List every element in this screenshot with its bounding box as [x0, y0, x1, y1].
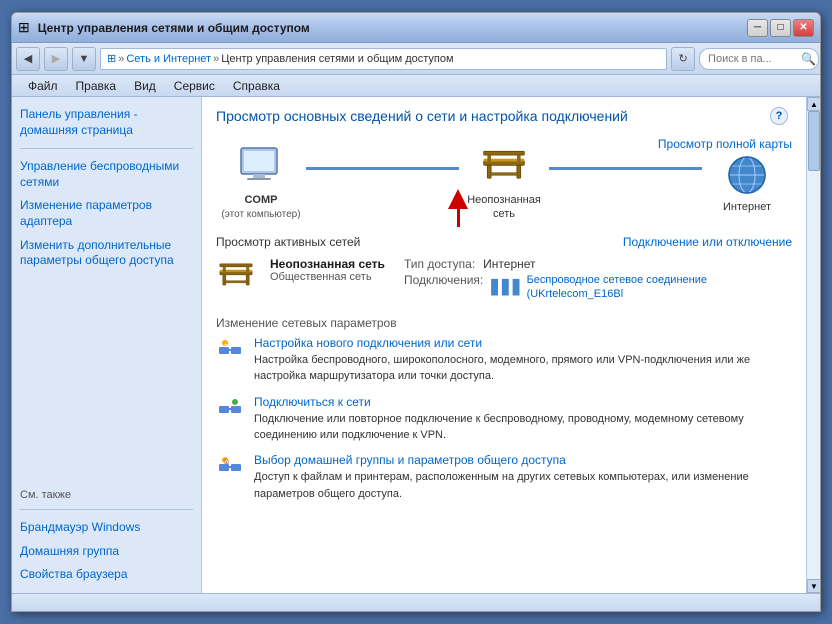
sidebar-firewall-link[interactable]: Брандмауэр Windows [20, 518, 193, 538]
menu-help[interactable]: Справка [225, 77, 288, 95]
network-type: Общественная сеть [270, 271, 390, 283]
arrow-icon [448, 189, 468, 209]
access-type-label: Тип доступа: [404, 257, 475, 271]
connect-network-link[interactable]: Подключиться к сети [254, 395, 792, 409]
internet-label: Интернет [723, 200, 771, 214]
connector-2 [549, 167, 702, 170]
maximize-button[interactable]: □ [770, 19, 791, 37]
sidebar-home-link[interactable]: Панель управления - домашняя страница [20, 105, 193, 140]
sidebar-sharing-link[interactable]: Изменить дополнительные параметры общего… [20, 236, 193, 271]
search-icon: 🔍 [801, 52, 816, 66]
main-layout: Панель управления - домашняя страница Уп… [12, 97, 820, 593]
scrollbar[interactable]: ▲ ▼ [806, 97, 820, 593]
svg-text:🏠: 🏠 [224, 458, 230, 465]
close-button[interactable]: ✕ [793, 19, 814, 37]
menu-view[interactable]: Вид [126, 77, 164, 95]
menu-file[interactable]: Файл [20, 77, 66, 95]
active-network-row: Неопознанная сеть Общественная сеть Тип … [216, 257, 792, 304]
signal-icon: ▋▋▋ [491, 279, 523, 296]
breadcrumb-root[interactable]: ⊞ [107, 52, 116, 65]
breadcrumb-current: Центр управления сетями и общим доступом [221, 53, 453, 65]
active-networks-header: Просмотр активных сетей Подключение или … [216, 235, 792, 249]
network-details: Тип доступа: Интернет Подключения: ▋▋▋ Б… [404, 257, 792, 304]
breadcrumb-network[interactable]: Сеть и Интернет [126, 53, 211, 65]
minimize-button[interactable]: ─ [747, 19, 768, 37]
globe-icon [722, 150, 772, 200]
setup-connection-desc: Настройка беспроводного, широкополосного… [254, 354, 750, 382]
sidebar-adapter-link[interactable]: Изменение параметров адаптера [20, 196, 193, 231]
scroll-down-button[interactable]: ▼ [807, 579, 820, 593]
settings-item-1-text: Настройка нового подключения или сети На… [254, 336, 792, 385]
address-bar: ◀ ▶ ▼ ⊞ » Сеть и Интернет » Центр управл… [12, 43, 820, 75]
refresh-button[interactable]: ↻ [671, 47, 695, 71]
network-name-block: Неопознанная сеть Общественная сеть [270, 257, 390, 283]
scroll-up-button[interactable]: ▲ [807, 97, 820, 111]
settings-item-3: 🏠 Выбор домашней группы и параметров общ… [216, 453, 792, 502]
unknown-net-label: Неопознанная сеть [459, 193, 549, 222]
scroll-thumb[interactable] [808, 111, 820, 171]
settings-item-2: → Подключиться к сети Подключение или по… [216, 395, 792, 444]
access-type-row: Тип доступа: Интернет [404, 257, 792, 271]
settings-section-title: Изменение сетевых параметров [216, 316, 792, 330]
forward-button[interactable]: ▶ [44, 47, 68, 71]
connections-value[interactable]: Беспроводное сетевое соединение (UKrtele… [527, 273, 792, 302]
settings-item-2-text: Подключиться к сети Подключение или повт… [254, 395, 792, 444]
menu-service[interactable]: Сервис [166, 77, 223, 95]
computer-icon [236, 143, 286, 193]
comp-label: COMP (этот компьютер) [221, 193, 300, 222]
connector-1 [306, 167, 459, 170]
homegroup-link[interactable]: Выбор домашней группы и параметров общег… [254, 453, 792, 467]
internet-node: Интернет [702, 150, 792, 214]
status-bar [12, 593, 820, 611]
breadcrumb: ⊞ » Сеть и Интернет » Центр управления с… [100, 48, 667, 70]
view-full-map-link[interactable]: Просмотр полной карты [658, 137, 792, 151]
help-button[interactable]: ? [770, 107, 788, 125]
active-networks-title: Просмотр активных сетей [216, 235, 360, 249]
menu-edit[interactable]: Правка [68, 77, 125, 95]
sidebar-wireless-link[interactable]: Управление беспроводными сетями [20, 157, 193, 192]
page-title: Просмотр основных сведений о сети и наст… [216, 107, 792, 125]
back-button[interactable]: ◀ [16, 47, 40, 71]
comp-node: COMP (этот компьютер) [216, 143, 306, 222]
sidebar-browser-link[interactable]: Свойства браузера [20, 565, 193, 585]
access-type-value: Интернет [483, 257, 535, 271]
homegroup-desc: Доступ к файлам и принтерам, расположенн… [254, 471, 749, 499]
arrow-stem [457, 209, 460, 227]
connections-label: Подключения: [404, 273, 483, 302]
title-buttons: ─ □ ✕ [747, 19, 814, 37]
unknown-network-node: Неопознанная сеть [459, 143, 549, 222]
menu-bar: Файл Правка Вид Сервис Справка [12, 75, 820, 97]
bench-icon [479, 143, 529, 193]
sidebar-homegroup-link[interactable]: Домашняя группа [20, 542, 193, 562]
content-area: ? Просмотр основных сведений о сети и на… [202, 97, 806, 593]
connect-network-desc: Подключение или повторное подключение к … [254, 413, 744, 441]
network-name: Неопознанная сеть [270, 257, 390, 271]
main-window: ⊞ Центр управления сетями и общим доступ… [11, 12, 821, 612]
connect-disconnect-link[interactable]: Подключение или отключение [623, 235, 792, 249]
connections-row: Подключения: ▋▋▋ Беспроводное сетевое со… [404, 273, 792, 302]
settings-item-3-text: Выбор домашней группы и параметров общег… [254, 453, 792, 502]
network-diagram: Просмотр полной карты COMP (этот компь [216, 137, 792, 227]
svg-text:+: + [224, 342, 227, 348]
active-net-icon [216, 257, 256, 297]
settings-item-1: + Настройка нового подключения или сети … [216, 336, 792, 385]
sidebar: Панель управления - домашняя страница Уп… [12, 97, 202, 593]
setup-connection-link[interactable]: Настройка нового подключения или сети [254, 336, 792, 350]
window-title: Центр управления сетями и общим доступом [34, 21, 747, 35]
setup-connection-icon: + [216, 336, 244, 364]
see-also-label: См. также [20, 489, 193, 501]
homegroup-icon: 🏠 [216, 453, 244, 481]
dropdown-button[interactable]: ▼ [72, 47, 96, 71]
svg-text:→: → [234, 401, 239, 407]
connect-network-icon: → [216, 395, 244, 423]
scroll-track[interactable] [807, 111, 820, 579]
title-bar: ⊞ Центр управления сетями и общим доступ… [12, 13, 820, 43]
